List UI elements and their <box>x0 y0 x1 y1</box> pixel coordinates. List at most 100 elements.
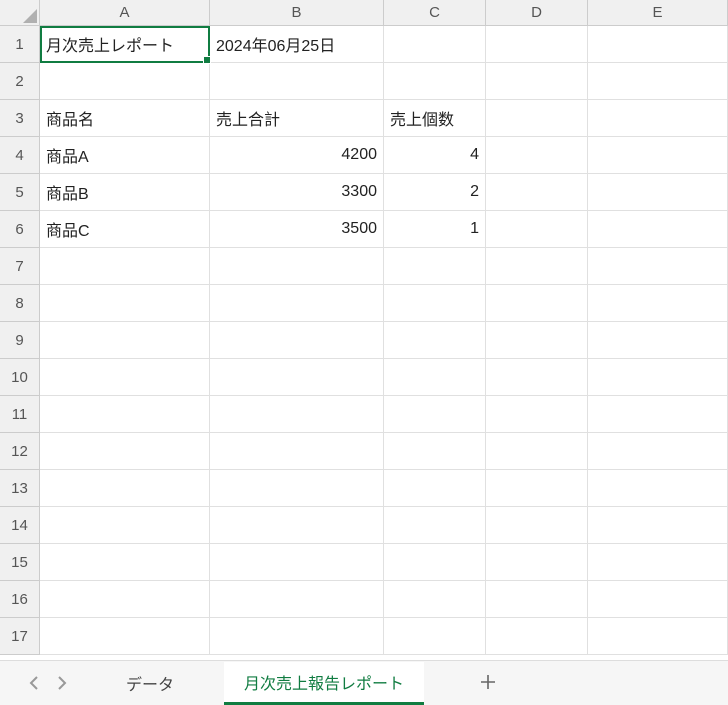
cell-E6[interactable] <box>588 211 728 248</box>
row-header-2[interactable]: 2 <box>0 63 40 100</box>
cell-B14[interactable] <box>210 507 384 544</box>
cell-D16[interactable] <box>486 581 588 618</box>
row-header-16[interactable]: 16 <box>0 581 40 618</box>
cell-A2[interactable] <box>40 63 210 100</box>
cell-A10[interactable] <box>40 359 210 396</box>
cell-C12[interactable] <box>384 433 486 470</box>
cell-C1[interactable] <box>384 26 486 63</box>
cell-B7[interactable] <box>210 248 384 285</box>
cell-B5[interactable]: 3300 <box>210 174 384 211</box>
cell-B1[interactable]: 2024年06月25日 <box>210 26 384 63</box>
row-header-14[interactable]: 14 <box>0 507 40 544</box>
sheet-tab-data[interactable]: データ <box>106 663 194 703</box>
cell-E13[interactable] <box>588 470 728 507</box>
cell-C9[interactable] <box>384 322 486 359</box>
row-header-7[interactable]: 7 <box>0 248 40 285</box>
cell-D11[interactable] <box>486 396 588 433</box>
row-header-6[interactable]: 6 <box>0 211 40 248</box>
cell-B9[interactable] <box>210 322 384 359</box>
cell-C3[interactable]: 売上個数 <box>384 100 486 137</box>
cell-D8[interactable] <box>486 285 588 322</box>
cell-B3[interactable]: 売上合計 <box>210 100 384 137</box>
cell-D10[interactable] <box>486 359 588 396</box>
cell-B11[interactable] <box>210 396 384 433</box>
cell-D4[interactable] <box>486 137 588 174</box>
cell-E10[interactable] <box>588 359 728 396</box>
cell-D6[interactable] <box>486 211 588 248</box>
row-header-12[interactable]: 12 <box>0 433 40 470</box>
cell-A13[interactable] <box>40 470 210 507</box>
row-header-13[interactable]: 13 <box>0 470 40 507</box>
cell-E12[interactable] <box>588 433 728 470</box>
cell-B8[interactable] <box>210 285 384 322</box>
col-header-B[interactable]: B <box>210 0 384 26</box>
cell-B10[interactable] <box>210 359 384 396</box>
row-header-17[interactable]: 17 <box>0 618 40 655</box>
cell-A1[interactable]: 月次売上レポート <box>40 26 210 63</box>
add-sheet-button[interactable] <box>474 670 502 696</box>
cell-A7[interactable] <box>40 248 210 285</box>
next-sheet-button[interactable] <box>48 669 76 697</box>
cell-A4[interactable]: 商品A <box>40 137 210 174</box>
cell-B17[interactable] <box>210 618 384 655</box>
cell-A9[interactable] <box>40 322 210 359</box>
cell-E17[interactable] <box>588 618 728 655</box>
cell-A17[interactable] <box>40 618 210 655</box>
cell-D5[interactable] <box>486 174 588 211</box>
cell-D9[interactable] <box>486 322 588 359</box>
cell-E1[interactable] <box>588 26 728 63</box>
row-header-8[interactable]: 8 <box>0 285 40 322</box>
cell-A16[interactable] <box>40 581 210 618</box>
cell-B12[interactable] <box>210 433 384 470</box>
cell-E16[interactable] <box>588 581 728 618</box>
row-header-4[interactable]: 4 <box>0 137 40 174</box>
cell-E2[interactable] <box>588 63 728 100</box>
prev-sheet-button[interactable] <box>20 669 48 697</box>
cell-D15[interactable] <box>486 544 588 581</box>
row-header-3[interactable]: 3 <box>0 100 40 137</box>
cell-A3[interactable]: 商品名 <box>40 100 210 137</box>
cell-C5[interactable]: 2 <box>384 174 486 211</box>
col-header-E[interactable]: E <box>588 0 728 26</box>
row-header-1[interactable]: 1 <box>0 26 40 63</box>
cell-B13[interactable] <box>210 470 384 507</box>
select-all-corner[interactable] <box>0 0 40 26</box>
cell-A12[interactable] <box>40 433 210 470</box>
cell-C6[interactable]: 1 <box>384 211 486 248</box>
row-header-9[interactable]: 9 <box>0 322 40 359</box>
cell-E7[interactable] <box>588 248 728 285</box>
cell-B15[interactable] <box>210 544 384 581</box>
cell-D3[interactable] <box>486 100 588 137</box>
row-header-10[interactable]: 10 <box>0 359 40 396</box>
cell-A15[interactable] <box>40 544 210 581</box>
cell-D1[interactable] <box>486 26 588 63</box>
row-header-15[interactable]: 15 <box>0 544 40 581</box>
cell-D17[interactable] <box>486 618 588 655</box>
cell-A14[interactable] <box>40 507 210 544</box>
cell-D12[interactable] <box>486 433 588 470</box>
cell-D7[interactable] <box>486 248 588 285</box>
cell-C13[interactable] <box>384 470 486 507</box>
cell-E9[interactable] <box>588 322 728 359</box>
col-header-A[interactable]: A <box>40 0 210 26</box>
cell-E8[interactable] <box>588 285 728 322</box>
cell-C2[interactable] <box>384 63 486 100</box>
cell-A11[interactable] <box>40 396 210 433</box>
cell-D2[interactable] <box>486 63 588 100</box>
cell-E3[interactable] <box>588 100 728 137</box>
cell-B4[interactable]: 4200 <box>210 137 384 174</box>
col-header-C[interactable]: C <box>384 0 486 26</box>
cell-C7[interactable] <box>384 248 486 285</box>
cell-E15[interactable] <box>588 544 728 581</box>
cell-C8[interactable] <box>384 285 486 322</box>
cell-E11[interactable] <box>588 396 728 433</box>
col-header-D[interactable]: D <box>486 0 588 26</box>
cell-C10[interactable] <box>384 359 486 396</box>
row-header-5[interactable]: 5 <box>0 174 40 211</box>
sheet-tab-monthly-report[interactable]: 月次売上報告レポート <box>224 662 424 705</box>
cell-C16[interactable] <box>384 581 486 618</box>
cell-A8[interactable] <box>40 285 210 322</box>
cell-D14[interactable] <box>486 507 588 544</box>
cell-C11[interactable] <box>384 396 486 433</box>
cell-C14[interactable] <box>384 507 486 544</box>
